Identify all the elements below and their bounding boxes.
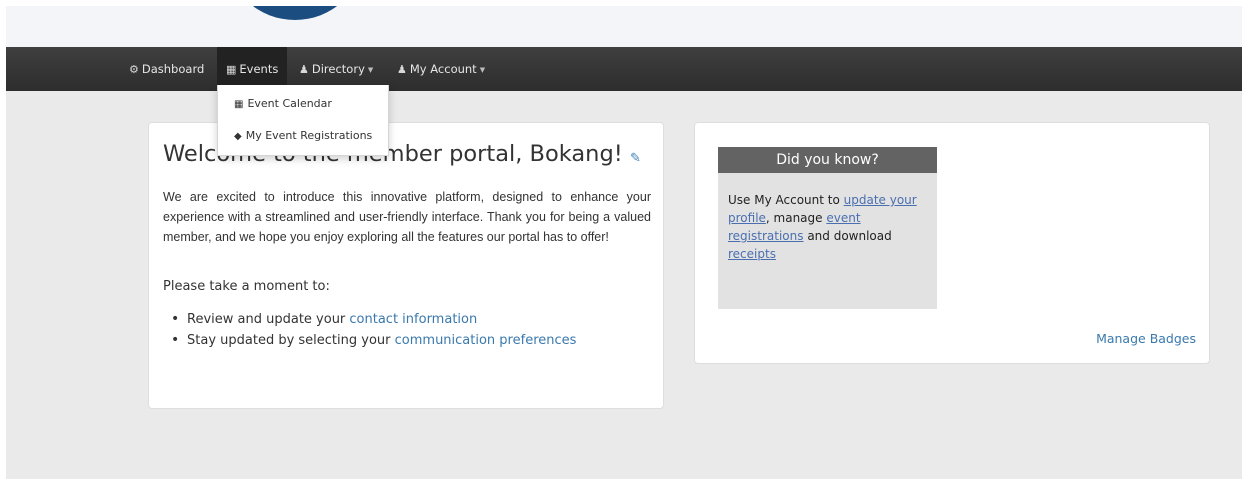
receipts-link[interactable]: receipts <box>728 247 776 261</box>
page-frame: ⚙ Dashboard ▦ Events ♟ Directory ▼ ♟ My Accou… <box>6 6 1242 479</box>
events-dropdown-menu: ▦ Event Calendar ◆ My Event Registrations <box>217 85 389 156</box>
edit-icon[interactable]: ✎ <box>630 150 641 166</box>
main-navbar: ⚙ Dashboard ▦ Events ♟ Directory ▼ ♟ My Accou… <box>6 47 1242 91</box>
header-area <box>6 6 1242 47</box>
nav-directory-label: Directory <box>311 62 365 76</box>
contact-information-link[interactable]: contact information <box>349 312 477 327</box>
user-icon: ♟ <box>397 63 407 76</box>
menu-item-event-calendar[interactable]: ▦ Event Calendar <box>218 90 404 118</box>
group-icon: ♟ <box>299 63 309 76</box>
todo-list: • Review and update your contact informat… <box>171 309 576 351</box>
list-item-text: Review and update your <box>187 312 350 327</box>
manage-badges-link[interactable]: Manage Badges <box>1096 331 1196 346</box>
did-you-know-box: Did you know? Use My Account to update y… <box>718 147 937 309</box>
menu-item-label: Event Calendar <box>247 97 332 110</box>
nav-my-account[interactable]: ♟ My Account ▼ <box>397 47 485 91</box>
calendar-icon: ▦ <box>226 63 237 76</box>
welcome-intro: We are excited to introduce this innovat… <box>163 190 651 244</box>
did-you-know-card: Did you know? Use My Account to update y… <box>694 122 1210 364</box>
list-item: • Review and update your contact informat… <box>171 311 478 327</box>
did-you-know-text: Use My Account to update your profile, m… <box>728 193 917 261</box>
did-you-know-title: Did you know? <box>718 147 937 173</box>
nav-dashboard-label: Dashboard <box>141 62 205 76</box>
chevron-down-icon: ▼ <box>479 65 486 74</box>
list-item-text: Stay updated by selecting your <box>187 333 395 348</box>
nav-my-account-label: My Account <box>409 62 477 76</box>
list-item: • Stay updated by selecting your communic… <box>171 332 577 348</box>
nav-events-label: Events <box>239 62 279 76</box>
welcome-prompt: Please take a moment to: <box>163 279 330 294</box>
nav-dashboard[interactable]: ⚙ Dashboard <box>129 47 204 91</box>
calendar-icon: ▦ <box>234 99 244 110</box>
organization-logo[interactable] <box>228 6 362 20</box>
communication-preferences-link[interactable]: communication preferences <box>395 333 577 348</box>
menu-item-my-event-registrations[interactable]: ◆ My Event Registrations <box>218 122 404 150</box>
tag-icon: ◆ <box>234 131 242 142</box>
dashboard-icon: ⚙ <box>129 63 139 76</box>
welcome-card: Welcome to the member portal, Bokang! ✎ … <box>148 122 664 409</box>
menu-item-label: My Event Registrations <box>245 129 373 142</box>
chevron-down-icon: ▼ <box>367 65 374 74</box>
